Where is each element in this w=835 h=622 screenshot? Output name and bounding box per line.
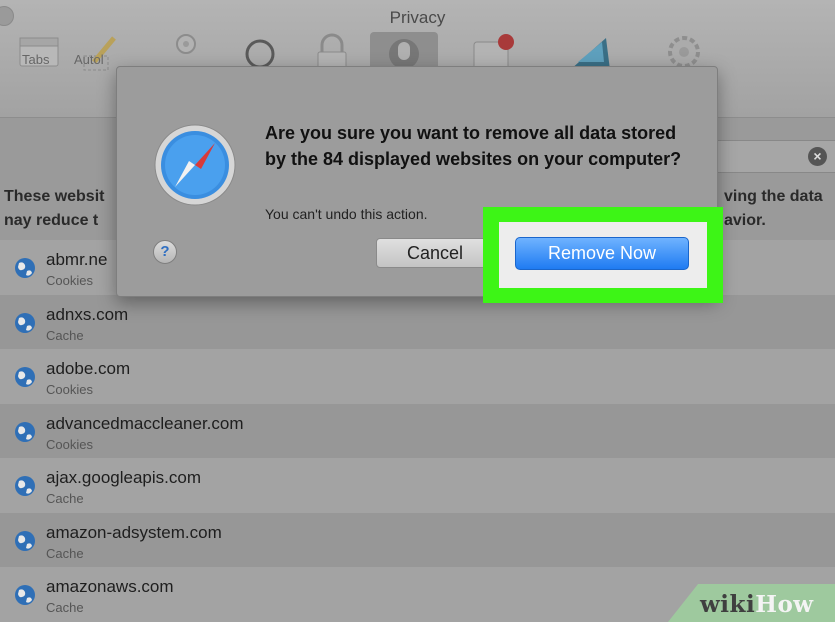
help-button[interactable]: ? [153, 240, 177, 264]
watermark-how: How [755, 591, 814, 618]
toolbar-label-autofill: Autol [74, 52, 104, 67]
window-title: Privacy [389, 8, 446, 27]
site-data-type: Cache [46, 545, 84, 561]
list-item[interactable]: amazon-adsystem.com Cache [0, 512, 835, 567]
dialog-subtitle: You can't undo this action. [265, 206, 428, 222]
list-item[interactable]: advancedmaccleaner.com Cookies [0, 403, 835, 458]
site-name: advancedmaccleaner.com [46, 413, 244, 433]
globe-icon [15, 258, 35, 278]
description-line-1-left: These websit [4, 188, 105, 205]
site-name: adobe.com [46, 359, 131, 378]
site-name: amazon-adsystem.com [46, 522, 222, 542]
description-line-2-left: nay reduce t [4, 212, 99, 229]
remove-now-button[interactable]: Remove Now [515, 237, 689, 270]
site-data-type: Cookies [46, 273, 93, 288]
watermark-logo: wikiHow [700, 591, 814, 618]
globe-icon [15, 421, 35, 442]
globe-icon [15, 367, 35, 387]
watermark-wiki: wiki [700, 591, 756, 618]
cancel-button[interactable]: Cancel [376, 238, 494, 268]
site-name: adnxs.com [46, 304, 129, 324]
key-icon [176, 34, 196, 54]
globe-icon [15, 312, 35, 333]
toolbar-label-tabs: Tabs [22, 52, 50, 67]
toolbar-item-passwords[interactable] [168, 32, 204, 68]
safari-compass-icon [154, 124, 236, 206]
site-data-type: Cache [46, 327, 84, 343]
globe-icon [15, 585, 35, 605]
site-data-type: Cookies [46, 436, 93, 452]
list-item[interactable]: adobe.com Cookies [0, 349, 835, 404]
site-name: amazonaws.com [46, 577, 174, 596]
site-data-type: Cache [46, 600, 84, 615]
site-name: ajax.googleapis.com [46, 468, 201, 487]
globe-icon [15, 530, 35, 551]
site-name: abmr.ne [46, 250, 108, 269]
description-line-1-right: ving the data [724, 188, 823, 205]
description-line-2-right: avior. [724, 212, 766, 229]
list-item[interactable]: ajax.googleapis.com Cache [0, 458, 835, 513]
site-data-type: Cookies [46, 382, 93, 397]
globe-icon [15, 476, 35, 496]
clear-search-icon[interactable]: × [808, 147, 827, 166]
site-data-type: Cache [46, 491, 84, 506]
dialog-title: Are you sure you want to remove all data… [265, 123, 682, 169]
